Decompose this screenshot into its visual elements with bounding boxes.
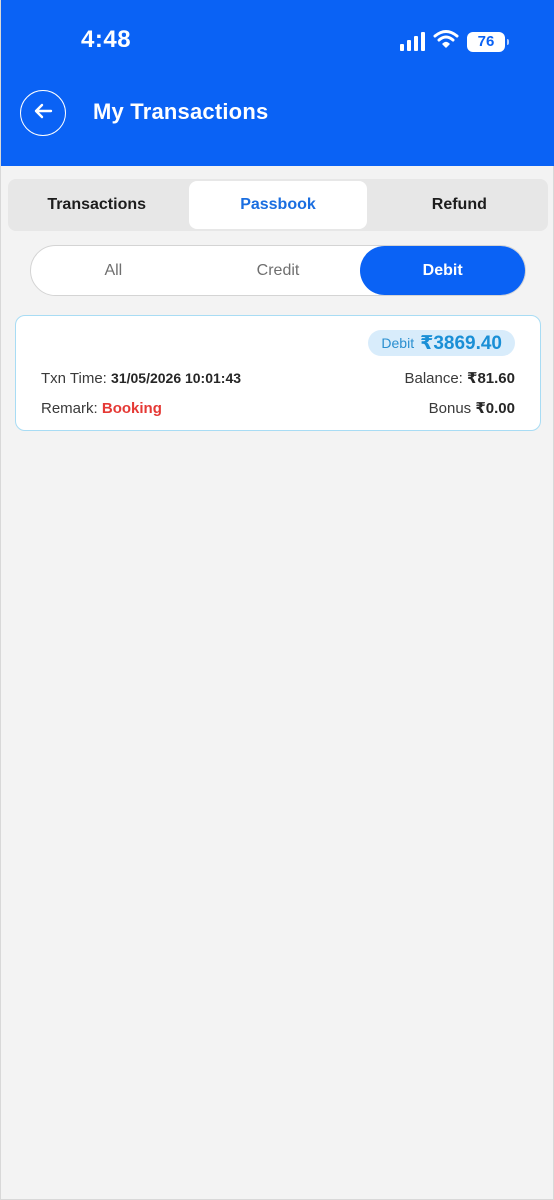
main-tab-bar: Transactions Passbook Refund	[8, 179, 548, 231]
tab-passbook[interactable]: Passbook	[189, 181, 367, 229]
txn-time-label: Txn Time:	[41, 370, 107, 387]
remark: Remark: Booking	[41, 400, 162, 417]
remark-label: Remark:	[41, 400, 98, 417]
signal-icon	[400, 32, 425, 51]
tab-refund[interactable]: Refund	[371, 181, 548, 229]
txn-row-remark-bonus: Remark: Booking Bonus ₹0.00	[41, 399, 515, 417]
app-screen: 4:48 76 My Transactions Transactions Pas…	[0, 0, 554, 1200]
balance-label: Balance:	[404, 370, 463, 387]
page-title: My Transactions	[93, 99, 269, 124]
bonus-label: Bonus	[428, 400, 472, 417]
wifi-icon	[433, 29, 459, 54]
bonus-value: ₹0.00	[475, 400, 515, 417]
balance: Balance: ₹81.60	[404, 369, 515, 387]
status-time: 4:48	[81, 26, 132, 53]
filter-debit[interactable]: Debit	[360, 246, 526, 295]
txn-time: Txn Time: 31/05/2026 10:01:43	[41, 370, 241, 387]
amount-badge: Debit ₹3869.40	[368, 330, 515, 356]
balance-value: ₹81.60	[467, 370, 515, 387]
filter-credit[interactable]: Credit	[196, 246, 361, 295]
txn-row-time-balance: Txn Time: 31/05/2026 10:01:43 Balance: ₹…	[41, 369, 515, 387]
tab-transactions[interactable]: Transactions	[8, 181, 185, 229]
transaction-type: Debit	[381, 335, 415, 351]
status-bar: 4:48 76	[1, 0, 554, 80]
filter-segmented-control: All Credit Debit	[30, 245, 526, 296]
transaction-amount: ₹3869.40	[420, 332, 502, 354]
back-button[interactable]	[20, 90, 66, 136]
arrow-left-icon	[33, 103, 53, 124]
status-icons: 76	[400, 29, 509, 54]
battery-icon: 76	[467, 31, 509, 52]
header: 4:48 76 My Transactions	[1, 0, 554, 166]
bonus: Bonus ₹0.00	[429, 399, 515, 417]
remark-value: Booking	[101, 400, 162, 417]
txn-time-value: 31/05/2026 10:01:43	[111, 370, 242, 386]
transaction-card[interactable]: Debit ₹3869.40 Txn Time: 31/05/2026 10:0…	[15, 315, 541, 431]
filter-all[interactable]: All	[31, 246, 196, 295]
